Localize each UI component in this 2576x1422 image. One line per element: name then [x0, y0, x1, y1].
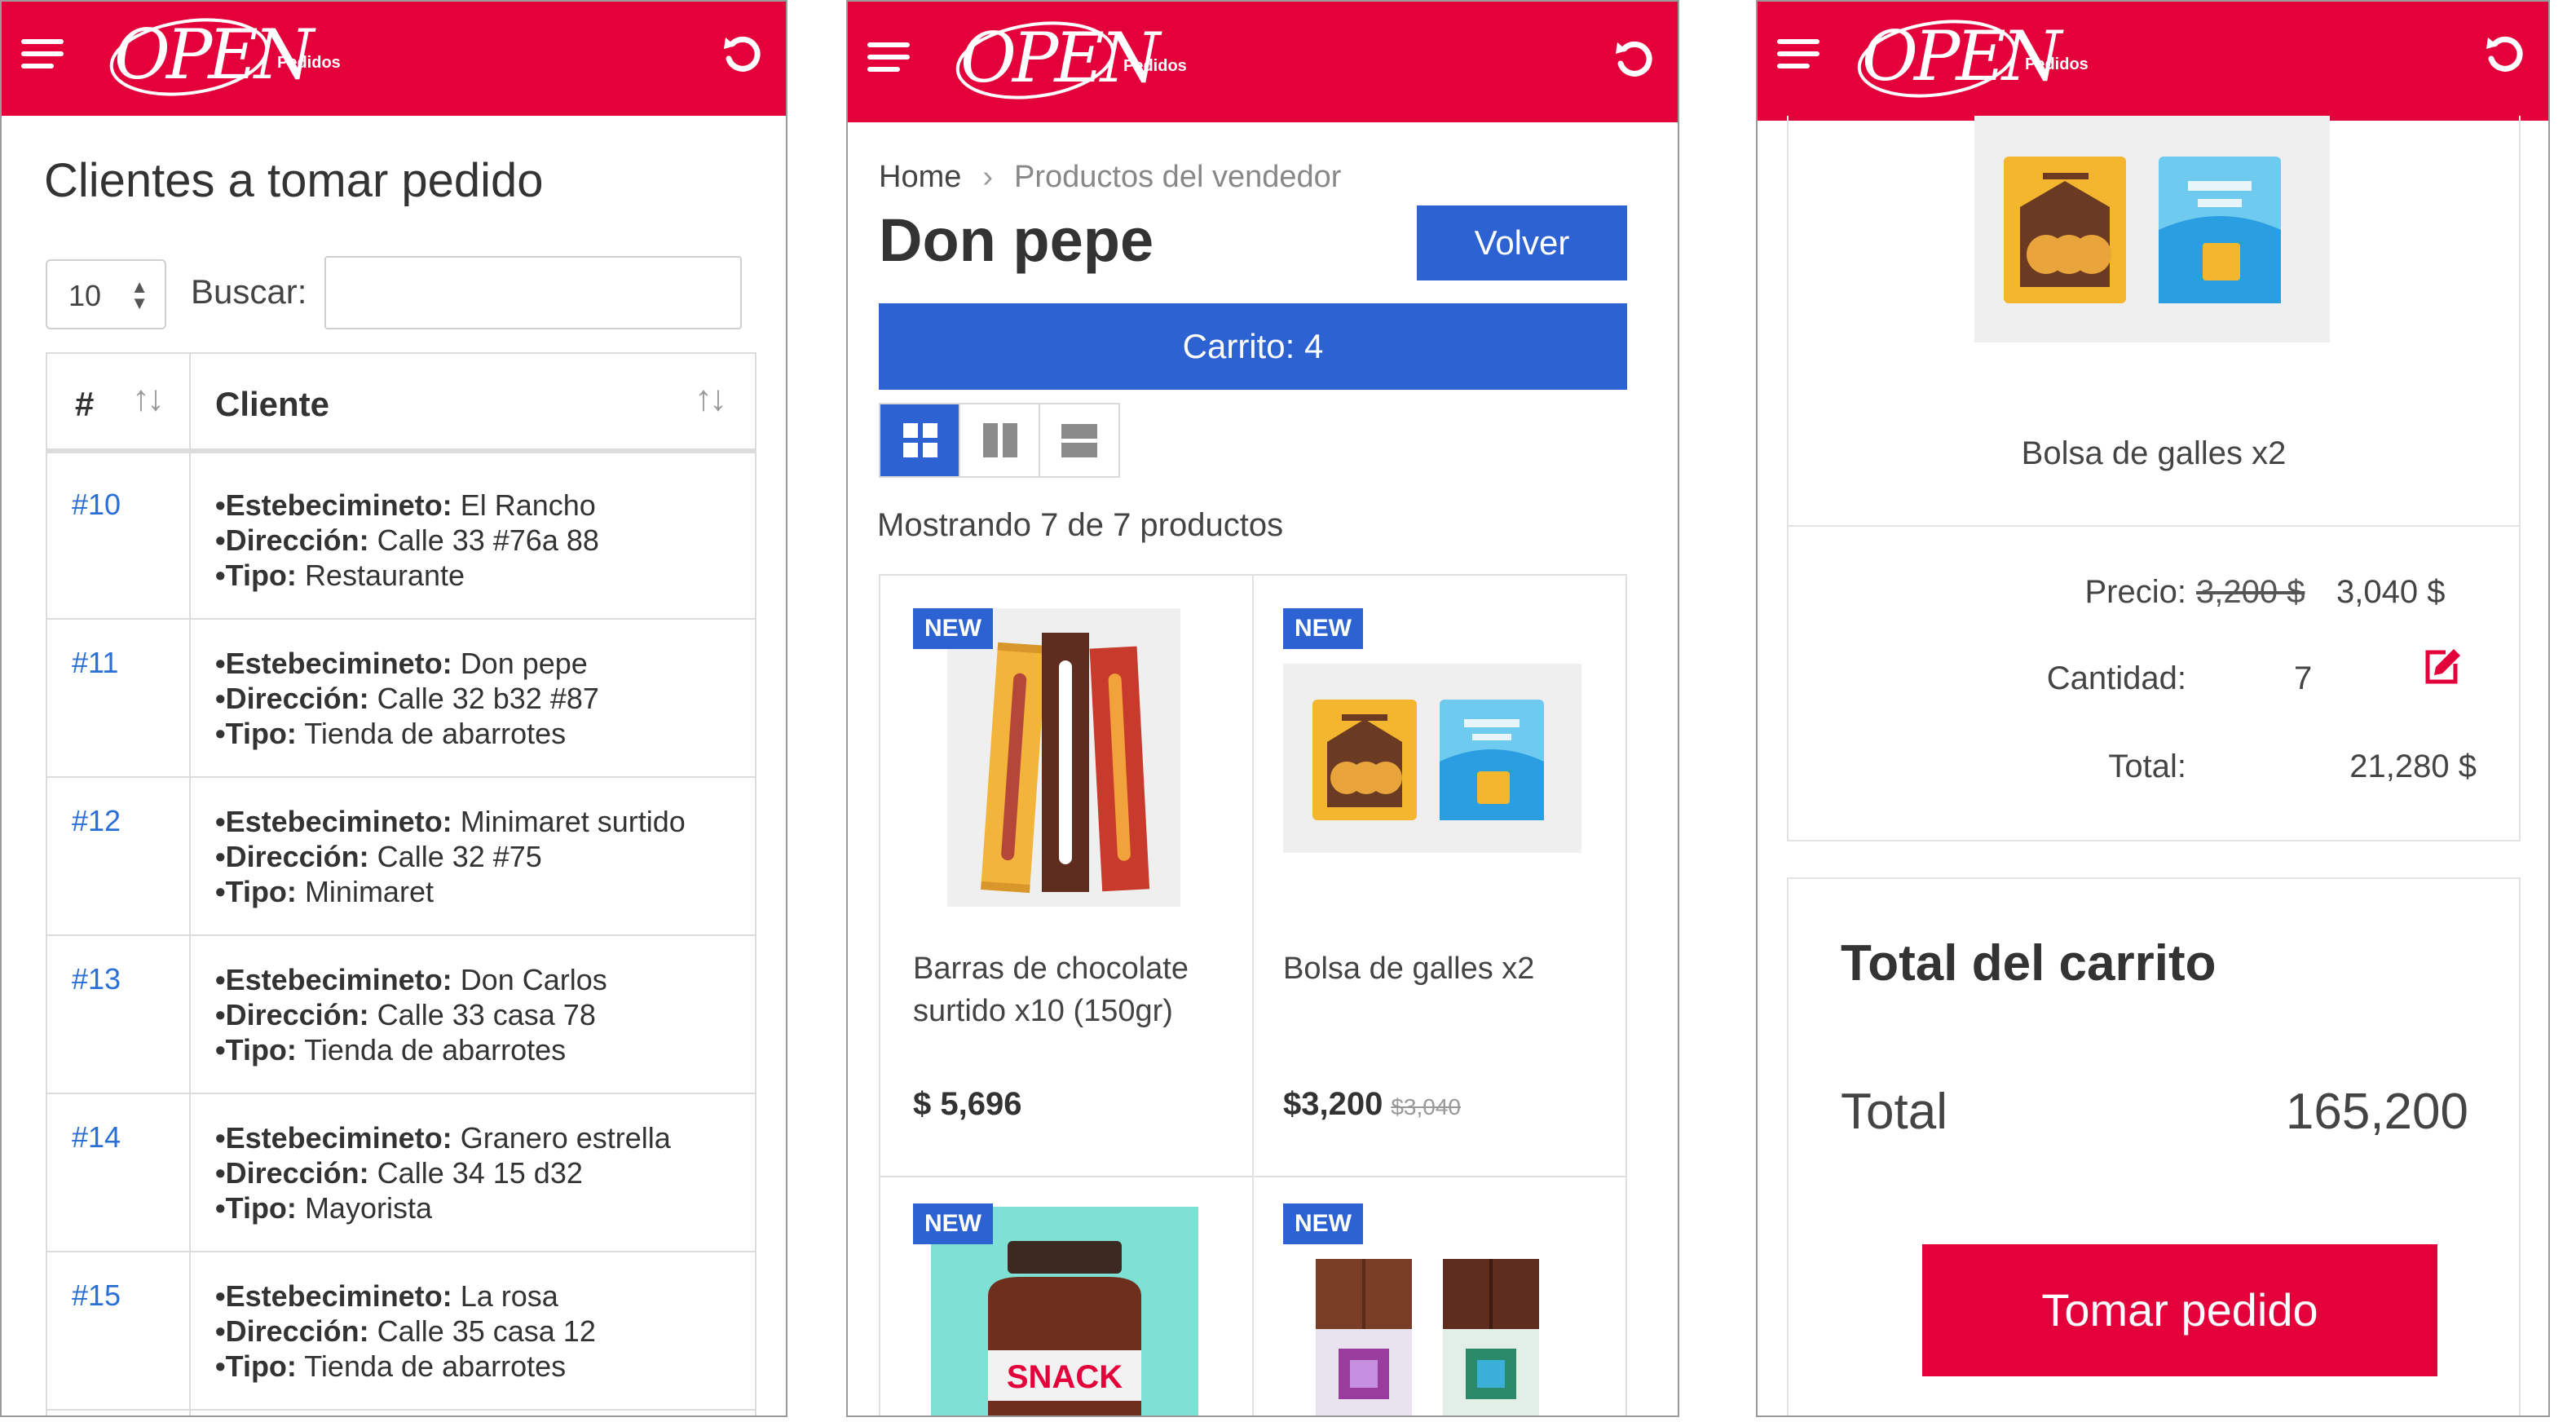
phone-screen-clients: OPEN Pedidos Clientes a tomar pedido 10 … [0, 0, 787, 1417]
page-length-select[interactable]: 10 ▲ ▼ [46, 259, 166, 329]
table-row[interactable]: #15 •Estebecimineto: La rosa •Dirección: C… [47, 1249, 755, 1411]
refresh-icon[interactable] [1612, 39, 1656, 83]
phone-screen-products: OPEN Pedidos Home › Productos del vendedor… [846, 0, 1679, 1417]
brand-logo: OPEN Pedidos [1855, 8, 2116, 106]
product-old-price: $3,040 [1391, 1094, 1461, 1119]
app-header: OPEN Pedidos [1758, 2, 2548, 121]
line-total-label: Total: [2108, 749, 2186, 784]
table-row[interactable]: #13 •Estebecimineto: Don Carlos •Dirección… [47, 933, 755, 1094]
back-button[interactable]: Volver [1417, 205, 1627, 280]
app-header: OPEN Pedidos [848, 2, 1678, 122]
breadcrumb-home[interactable]: Home [879, 160, 961, 194]
list-view-button[interactable] [1040, 404, 1120, 476]
columns-view-button[interactable] [960, 404, 1040, 476]
grid-icon [903, 423, 937, 457]
product-price: $ 5,696 [913, 1086, 1022, 1122]
client-info: •Estebecimineto: La rosa •Dirección: Call… [215, 1279, 596, 1383]
table-row[interactable]: #14 •Estebecimineto: Granero estrella •Dir… [47, 1091, 755, 1252]
product-grid: NEW Barras de chocolate surtido x10 (150… [879, 574, 1627, 1415]
brand-logo: OPEN Pedidos [954, 10, 1215, 108]
breadcrumb: Home › Productos del vendedor [879, 160, 1342, 194]
price-label: Precio: [2084, 574, 2187, 610]
sort-icon[interactable]: ↑↓ [132, 378, 165, 419]
breadcrumb-current: Productos del vendedor [1014, 160, 1342, 194]
select-arrows-icon: ▲ ▼ [130, 276, 148, 313]
new-badge: NEW [1283, 1203, 1363, 1244]
client-info: •Estebecimineto: Don Carlos •Dirección: C… [215, 963, 607, 1066]
quantity-label: Cantidad: [2046, 660, 2186, 696]
page-title: Clientes a tomar pedido [44, 154, 544, 207]
price-old: 3,200 $ [2196, 574, 2305, 610]
columns-icon [983, 423, 1017, 457]
column-header-number[interactable]: # [75, 385, 94, 424]
product-name: Bolsa de galles x2 [2021, 435, 2287, 471]
cart-item-card: Bolsa de galles x2 Precio: 3,200 $ 3,040… [1787, 116, 2521, 841]
search-label: Buscar: [191, 272, 307, 311]
product-image [1283, 664, 1581, 853]
grid-view-button[interactable] [880, 404, 960, 476]
client-id-link[interactable]: #11 [72, 646, 118, 680]
client-id-link[interactable]: #12 [72, 804, 121, 838]
view-toggle [879, 403, 1120, 478]
clients-table: # ↑↓ Cliente ↑↓ #10 •Estebecimineto: El R… [46, 352, 756, 1415]
client-info: •Estebecimineto: Granero estrella •Direcc… [215, 1121, 671, 1225]
results-count: Mostrando 7 de 7 productos [877, 507, 1284, 543]
client-info: •Estebecimineto: Minimaret surtido •Direc… [215, 805, 686, 908]
client-info: •Estebecimineto: El Rancho •Dirección: Ca… [215, 488, 599, 592]
search-input[interactable] [324, 256, 742, 329]
snack-label: SNACK [1007, 1359, 1123, 1395]
menu-icon[interactable] [21, 39, 64, 73]
quantity-value: 7 [2294, 660, 2313, 696]
sort-icon[interactable]: ↑↓ [695, 378, 727, 419]
total-label: Total [1841, 1084, 1947, 1140]
total-value: 165,200 [2285, 1084, 2468, 1140]
new-badge: NEW [913, 608, 993, 649]
page-title: Don pepe [879, 206, 1154, 274]
client-id-link[interactable]: #13 [72, 962, 121, 996]
new-badge: NEW [1283, 608, 1363, 649]
brand-logo: OPEN Pedidos [108, 7, 368, 104]
product-price: $3,200 $3,040 [1283, 1086, 1461, 1122]
menu-icon[interactable] [1777, 39, 1820, 73]
table-header: # ↑↓ Cliente ↑↓ [47, 354, 755, 453]
list-icon [1061, 424, 1097, 457]
new-badge: NEW [913, 1203, 993, 1244]
cart-total-card: Total del carrito Total 165,200 Tomar pe… [1787, 877, 2521, 1415]
phone-screen-cart: OPEN Pedidos Bolsa de galles x2 Precio: … [1756, 0, 2550, 1417]
line-total-value: 21,280 $ [2349, 749, 2477, 784]
edit-icon[interactable] [2421, 646, 2462, 687]
menu-icon[interactable] [867, 42, 910, 77]
column-header-client[interactable]: Cliente [215, 385, 329, 424]
price-new: 3,040 $ [2336, 574, 2446, 610]
table-row[interactable]: #11 •Estebecimineto: Don pepe •Dirección: … [47, 616, 755, 778]
refresh-icon[interactable] [2483, 34, 2527, 78]
client-id-link[interactable]: #15 [72, 1278, 121, 1313]
client-id-link[interactable]: #10 [72, 488, 121, 522]
product-name: Barras de chocolate surtido x10 (150gr) [913, 952, 1189, 1028]
app-header: OPEN Pedidos [2, 2, 786, 116]
client-id-link[interactable]: #14 [72, 1120, 121, 1155]
cart-total-title: Total del carrito [1841, 935, 2217, 991]
cart-button[interactable]: Carrito: 4 [879, 303, 1627, 390]
product-image [1283, 1251, 1581, 1415]
place-order-button[interactable]: Tomar pedido [1922, 1244, 2437, 1376]
table-row[interactable]: #10 •Estebecimineto: El Rancho •Dirección:… [47, 458, 755, 620]
product-name: Bolsa de galles x2 [1283, 952, 1535, 986]
product-image [1974, 116, 2330, 342]
refresh-icon[interactable] [721, 34, 765, 78]
product-image [947, 608, 1180, 907]
table-row[interactable]: #12 •Estebecimineto: Minimaret surtido •Di… [47, 775, 755, 936]
client-info: •Estebecimineto: Don pepe •Dirección: Cal… [215, 647, 599, 750]
